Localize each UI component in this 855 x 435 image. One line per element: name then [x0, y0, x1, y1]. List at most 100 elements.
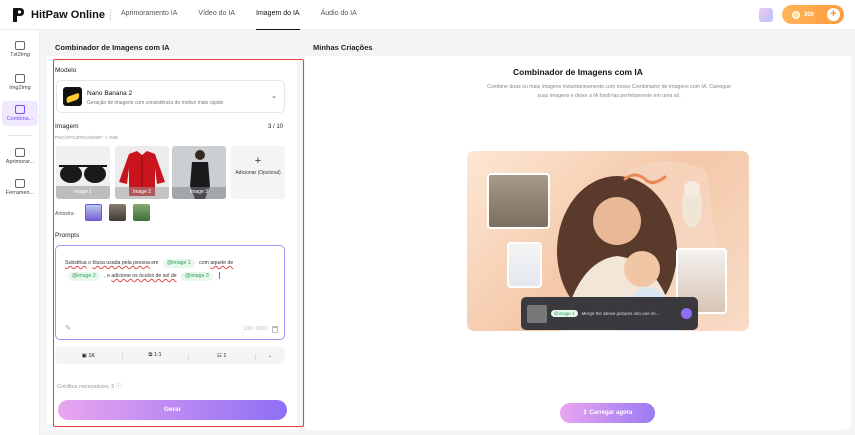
sidebar-item-label: Img2Img: [9, 85, 31, 91]
magic-wand-icon[interactable]: ✎: [65, 324, 71, 332]
coin-icon: [792, 10, 800, 19]
model-description: Geração de imagens com consistência de m…: [87, 100, 224, 106]
sidebar-item-label: Txt2Img: [10, 52, 30, 58]
sidebar-item-img2img[interactable]: Img2Img: [2, 74, 38, 91]
panel-title: Minhas Criações: [305, 38, 851, 56]
image-label: Imagem: [55, 123, 79, 130]
credits-needed: Créditos necessários: 5 ⓘ: [57, 382, 122, 390]
panel-title: Combinador de Imagens com IA: [47, 38, 297, 56]
prompt-text-segment: , e: [104, 273, 110, 279]
feature-heading: Combinador de Imagens com IA: [513, 67, 643, 77]
add-image-button[interactable]: + Adicionar (Opcional): [231, 146, 285, 199]
nav-video[interactable]: Vídeo do IA: [198, 0, 235, 30]
image-formats: PNG/JPG/JPEG/WEBP; < 7MB: [55, 135, 118, 140]
chevron-down-icon: ⌄: [271, 93, 277, 100]
hero-prompt-bar: @image 1 Merge the above pictures into o…: [521, 297, 698, 330]
upload-button[interactable]: ⇪ Carregar agora: [560, 403, 655, 423]
top-nav: Aprimoramento IA Vídeo do IA Imagem do I…: [110, 0, 378, 30]
sidebar-item-txt2img[interactable]: Txt2Img: [2, 41, 38, 58]
image-slot-2[interactable]: Image 2: [115, 146, 169, 199]
resolution-select[interactable]: ▣ 1K: [55, 353, 122, 359]
add-credits-icon[interactable]: +: [827, 8, 840, 21]
top-bar: HitPaw Online Aprimoramento IA Vídeo do …: [0, 0, 855, 30]
model-name: Nano Banana 2: [87, 90, 133, 97]
sample-label: Amostra :: [55, 211, 77, 217]
count-value: 1: [223, 352, 227, 359]
prompt-text-segment: o: [88, 260, 91, 266]
enhance-icon: [15, 148, 25, 157]
credits-needed-text: Créditos necessários: 5: [57, 384, 115, 390]
generate-button[interactable]: Gerar: [58, 400, 287, 420]
sidebar-item-enhance[interactable]: Aprimorar...: [2, 148, 38, 165]
tools-icon: [15, 179, 25, 188]
image-caption: Image 3: [189, 189, 209, 195]
text-cursor: [218, 272, 220, 280]
info-icon[interactable]: ⓘ: [116, 384, 122, 390]
credits-value: 300: [804, 11, 815, 18]
plus-icon: +: [254, 155, 262, 167]
prompts-label: Prompts: [55, 232, 80, 239]
nav-separator: [110, 9, 111, 21]
sample-room-card: [487, 173, 550, 229]
hero-prompt-text: Merge the above pictures into one im...: [581, 311, 660, 316]
image-tag[interactable]: @image 2: [68, 272, 100, 281]
sidebar-item-label: Combina...: [6, 116, 34, 122]
upload-icon: ⇪: [582, 410, 588, 416]
header-actions: 300 +: [759, 5, 844, 24]
model-select[interactable]: Nano Banana 2 Geração de imagens com con…: [56, 80, 285, 113]
sample-thumb-2[interactable]: [109, 204, 126, 221]
hero-prompt-thumb: [527, 304, 547, 323]
generation-options: ▣ 1K ⧉ 1:1 ☷ 1 ⌄: [55, 347, 285, 364]
sidebar: Txt2Img Img2Img Combina... Aprimorar... …: [0, 30, 40, 435]
chevron-down-icon[interactable]: ⌄: [255, 353, 285, 361]
image-caption: Image 1: [73, 189, 93, 195]
trash-icon[interactable]: [272, 326, 278, 333]
image-slot-3[interactable]: Image 3: [172, 146, 226, 199]
char-count: 109 / 2000: [243, 326, 267, 332]
nav-image[interactable]: Imagem do IA: [256, 0, 300, 30]
sidebar-item-tools[interactable]: Ferramen...: [2, 179, 38, 196]
image-slot-1[interactable]: Image 1: [56, 146, 110, 199]
ratio-value: 1:1: [153, 352, 162, 358]
hitpaw-logo-icon: [13, 8, 24, 22]
prompt-text: Substitua o blusa usada pela pessoa em @…: [65, 257, 277, 283]
prompt-text-segment: blusa usada pela pessoa: [92, 260, 150, 266]
image-count: 3 / 10: [268, 124, 284, 130]
sample-baby-card: [507, 242, 542, 288]
upload-label: Carregar agora: [589, 410, 633, 416]
logo[interactable]: HitPaw Online: [12, 7, 105, 23]
hero-image-tag: @image 1: [551, 310, 578, 317]
feature-description: Combine duas ou mais imagens instantanea…: [487, 84, 731, 99]
prompt-textarea[interactable]: Substitua o blusa usada pela pessoa em @…: [55, 245, 285, 340]
sidebar-divider: [8, 135, 32, 136]
credits-button[interactable]: 300 +: [782, 5, 844, 24]
sidebar-item-combine[interactable]: Combina...: [2, 101, 38, 126]
image-tag[interactable]: @image 1: [162, 259, 195, 268]
prompt-text-segment: com: [199, 260, 209, 266]
sample-thumb-1[interactable]: [85, 204, 102, 221]
send-icon: [681, 308, 692, 319]
nav-enhance[interactable]: Aprimoramento IA: [121, 0, 177, 30]
sidebar-item-label: Aprimorar...: [5, 159, 35, 165]
highlight-frame: [53, 59, 304, 427]
image-to-image-icon: [15, 74, 25, 83]
image-tag[interactable]: @image 3: [181, 272, 213, 281]
add-image-label: Adicionar (Opcional): [235, 170, 281, 176]
sample-thumb-3[interactable]: [133, 204, 150, 221]
combine-icon: [15, 105, 25, 114]
count-select[interactable]: ☷ 1: [188, 352, 255, 361]
gallery-icon[interactable]: [759, 7, 773, 22]
nav-audio[interactable]: Áudio do IA: [321, 0, 357, 30]
prompt-text-segment: adicione os óculos de sol de: [111, 273, 177, 279]
model-label: Modelo: [55, 67, 77, 74]
image-caption: Image 2: [132, 189, 152, 195]
text-to-image-icon: [15, 41, 25, 50]
prompt-text-segment: em: [151, 260, 159, 266]
sidebar-item-label: Ferramen...: [5, 190, 35, 196]
model-banana-icon: [63, 87, 82, 106]
ratio-select[interactable]: ⧉ 1:1: [121, 352, 189, 360]
prompt-text-segment: Substitua: [65, 260, 87, 266]
app-name: HitPaw Online: [31, 9, 105, 21]
prompt-text-segment: aquele de: [210, 260, 234, 266]
resolution-value: 1K: [88, 352, 96, 359]
